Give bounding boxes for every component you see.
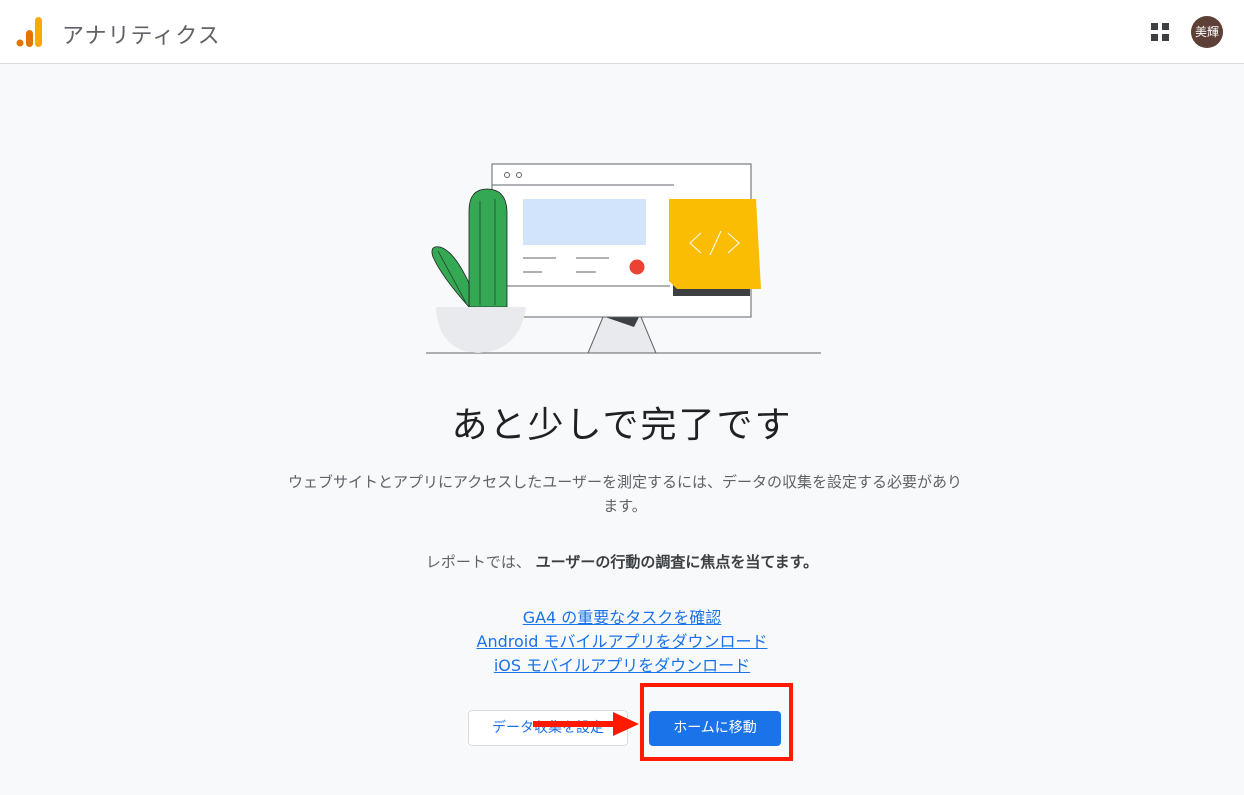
report-note: レポートでは、 ユーザーの行動の調査に焦点を当てます。 (0, 551, 1244, 572)
annotation-arrow-icon (533, 712, 639, 736)
highlight-box (640, 683, 793, 761)
app-header: アナリティクス 美輝 (0, 0, 1244, 64)
page-headline: あと少しで完了です (451, 405, 793, 446)
report-emphasis: ユーザーの行動の調査に焦点を当てます。 (535, 553, 819, 571)
account-avatar[interactable]: 美輝 (1191, 16, 1223, 48)
android-app-link[interactable]: Android モバイルアプリをダウンロード (0, 630, 1244, 654)
ios-app-link[interactable]: iOS モバイルアプリをダウンロード (0, 654, 1244, 678)
setup-illustration (426, 163, 821, 354)
setup-description: ウェブサイトとアプリにアクセスしたユーザーを測定するには、データの収集を設定する… (288, 473, 962, 515)
apps-grid-icon[interactable] (1148, 20, 1172, 44)
analytics-logo-icon[interactable] (15, 16, 45, 48)
ga4-tasks-link[interactable]: GA4 の重要なタスクを確認 (0, 606, 1244, 630)
app-title: アナリティクス (62, 24, 221, 49)
report-prefix: レポートでは、 (425, 553, 531, 571)
resource-links: GA4 の重要なタスクを確認 Android モバイルアプリをダウンロード iO… (0, 606, 1244, 678)
